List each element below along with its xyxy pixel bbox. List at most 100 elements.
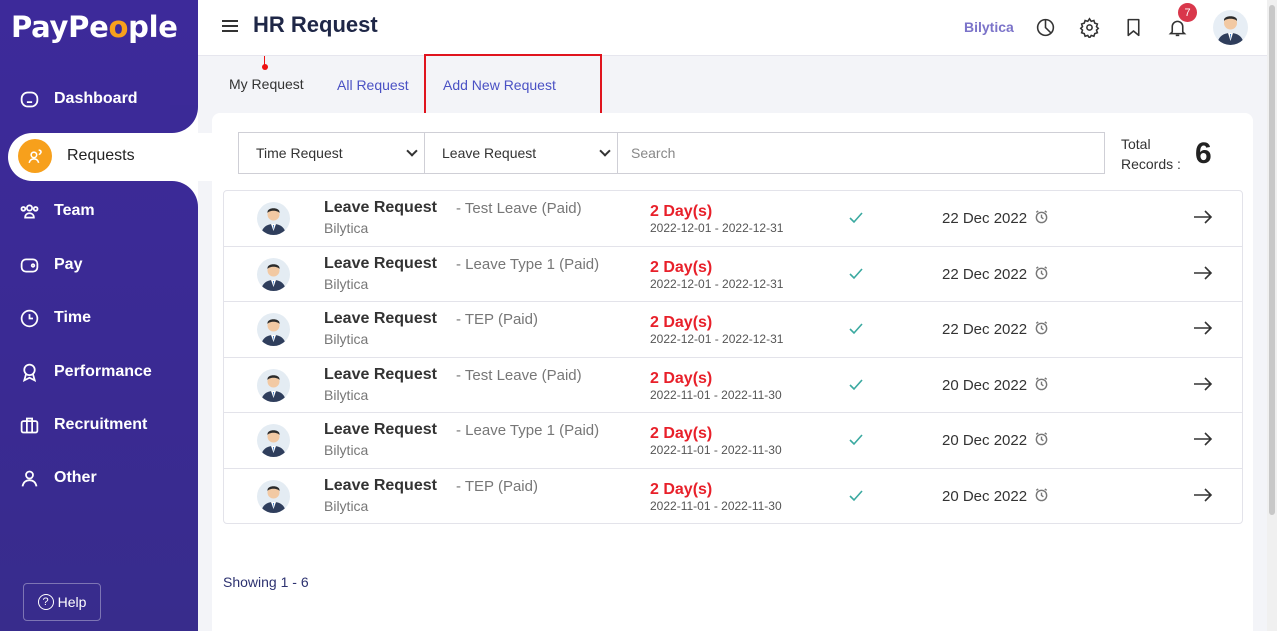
table-row[interactable]: Leave Request - Test Leave (Paid) Bilytica… — [224, 191, 1242, 247]
arrow-right-icon[interactable] — [1192, 208, 1214, 226]
sidebar-item-recruitment[interactable]: Recruitment — [0, 405, 198, 445]
request-type-select[interactable]: Time Request — [238, 132, 425, 174]
alarm-clock-icon — [1034, 431, 1050, 447]
table-row[interactable]: Leave Request - Test Leave (Paid) Bilytica… — [224, 358, 1242, 414]
request-subtitle: - Leave Type 1 (Paid) — [456, 422, 600, 440]
sidebar-item-dashboard[interactable]: Dashboard — [0, 79, 198, 119]
request-date-range: 2022-12-01 - 2022-12-31 — [650, 276, 784, 291]
leave-type-select[interactable]: Leave Request — [424, 132, 618, 174]
pie-chart-icon[interactable] — [1034, 16, 1056, 38]
sidebar-item-requests[interactable]: Requests — [0, 136, 198, 176]
user-avatar[interactable] — [1213, 10, 1248, 45]
request-days: 2 Day(s) — [650, 258, 713, 276]
request-date: 22 Dec 2022 — [942, 210, 1028, 227]
team-icon — [18, 200, 40, 222]
search-input[interactable]: Search — [617, 132, 1105, 174]
table-row[interactable]: Leave Request - TEP (Paid) Bilytica 2 Day(s… — [224, 302, 1242, 358]
request-title: Leave Request — [324, 365, 437, 383]
employee-avatar — [257, 368, 290, 402]
app-logo[interactable]: PayPeople — [11, 10, 178, 44]
request-date: 20 Dec 2022 — [942, 376, 1028, 394]
arrow-right-icon[interactable] — [1192, 319, 1214, 337]
request-company: Bilytica — [324, 386, 369, 403]
clock-icon — [18, 307, 40, 329]
top-header: HR Request Bilytica 7 — [198, 0, 1277, 56]
company-switcher[interactable]: Bilytica — [964, 19, 1014, 35]
check-icon — [848, 487, 864, 503]
request-subtitle: - Leave Type 1 (Paid) — [456, 255, 600, 273]
check-icon — [848, 376, 864, 392]
check-icon — [848, 209, 864, 225]
chevron-down-icon — [406, 145, 418, 157]
check-icon — [848, 320, 864, 336]
bell-icon[interactable]: 7 — [1166, 3, 1197, 38]
sidebar-item-team[interactable]: Team — [0, 191, 198, 231]
request-list: Leave Request - Test Leave (Paid) Bilytica… — [223, 190, 1243, 524]
request-date-range: 2022-11-01 - 2022-11-30 — [650, 443, 782, 458]
arrow-right-icon[interactable] — [1192, 486, 1214, 504]
scrollbar[interactable] — [1267, 0, 1277, 631]
request-date-range: 2022-11-01 - 2022-11-30 — [650, 499, 782, 513]
alarm-clock-icon — [1034, 265, 1050, 281]
alarm-clock-icon — [1034, 320, 1050, 336]
tab-my-request[interactable]: My Request — [229, 76, 304, 92]
sidebar-item-performance[interactable]: Performance — [0, 352, 198, 392]
highlight-annotation — [424, 54, 602, 115]
briefcase-icon — [18, 414, 40, 436]
help-button[interactable]: ? Help — [23, 583, 101, 621]
arrow-right-icon[interactable] — [1192, 264, 1214, 282]
employee-avatar — [257, 202, 290, 235]
employee-avatar — [257, 480, 290, 513]
help-icon: ? — [37, 594, 54, 610]
wallet-icon — [18, 254, 40, 276]
sidebar-item-time[interactable]: Time — [0, 298, 198, 338]
alarm-clock-icon — [1034, 487, 1050, 503]
award-icon — [18, 361, 40, 383]
total-records-label: Total Records : — [1121, 136, 1181, 172]
request-company: Bilytica — [324, 442, 369, 459]
alarm-clock-icon — [1034, 209, 1050, 225]
home-icon — [18, 88, 40, 110]
user-icon — [18, 467, 40, 489]
request-subtitle: - Test Leave (Paid) — [456, 200, 582, 217]
table-row[interactable]: Leave Request - TEP (Paid) Bilytica 2 Day(s… — [224, 469, 1242, 525]
table-row[interactable]: Leave Request - Leave Type 1 (Paid) Bilyti… — [224, 413, 1242, 469]
sidebar: PayPeople Dashboard Requests Team Pay Ti… — [0, 0, 228, 631]
request-company: Bilytica — [324, 498, 369, 514]
chevron-down-icon — [599, 145, 611, 157]
request-subtitle: - Test Leave (Paid) — [456, 366, 582, 384]
request-subtitle: - TEP (Paid) — [456, 478, 538, 495]
request-date-range: 2022-11-01 - 2022-11-30 — [650, 387, 782, 402]
request-date: 20 Dec 2022 — [942, 432, 1028, 450]
request-date-range: 2022-12-01 - 2022-12-31 — [650, 332, 784, 347]
table-row[interactable]: Leave Request - Leave Type 1 (Paid) Bilyti… — [224, 247, 1242, 303]
request-title: Leave Request — [324, 254, 437, 272]
sidebar-item-other[interactable]: Other — [0, 458, 198, 498]
gear-icon[interactable] — [1078, 16, 1100, 38]
request-days: 2 Day(s) — [650, 369, 713, 387]
request-date: 22 Dec 2022 — [942, 265, 1028, 283]
request-title: Leave Request — [324, 310, 437, 328]
total-records-count: 6 — [1195, 137, 1212, 170]
request-title: Leave Request — [324, 477, 437, 494]
menu-icon[interactable] — [222, 20, 238, 35]
bookmark-icon[interactable] — [1122, 16, 1144, 38]
arrow-right-icon[interactable] — [1192, 375, 1214, 393]
request-date: 22 Dec 2022 — [942, 321, 1028, 339]
request-days: 2 Day(s) — [650, 481, 713, 498]
request-days: 2 Day(s) — [650, 203, 713, 220]
request-company: Bilytica — [324, 275, 369, 292]
sidebar-item-pay[interactable]: Pay — [0, 245, 198, 285]
notification-badge: 7 — [1178, 3, 1197, 22]
check-icon — [848, 265, 864, 281]
request-title: Leave Request — [324, 199, 437, 216]
pagination-info: Showing 1 - 6 — [223, 574, 309, 590]
check-icon — [848, 431, 864, 447]
arrow-right-icon[interactable] — [1192, 430, 1214, 448]
alarm-clock-icon — [1034, 376, 1050, 392]
request-days: 2 Day(s) — [650, 425, 713, 443]
employee-avatar — [257, 313, 290, 347]
active-tab-indicator — [262, 64, 268, 70]
request-company: Bilytica — [324, 331, 369, 348]
tab-all-request[interactable]: All Request — [337, 77, 409, 93]
